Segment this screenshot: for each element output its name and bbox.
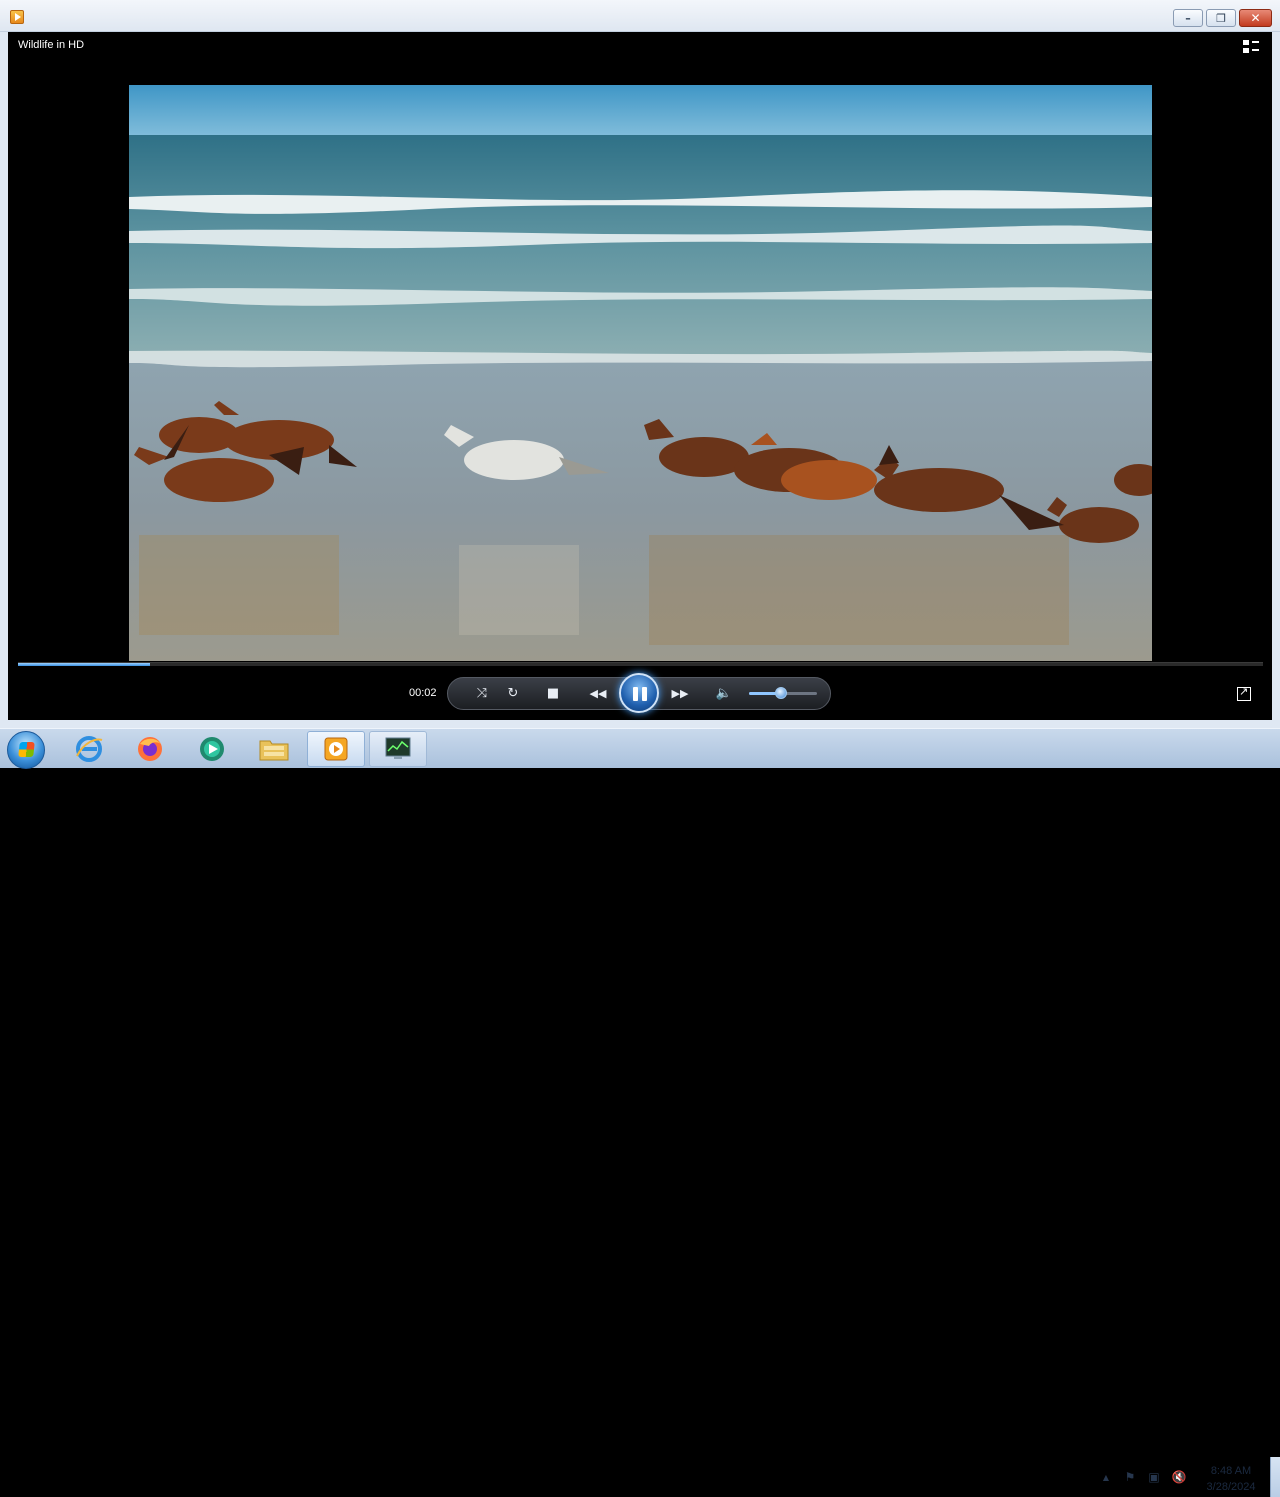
taskbar-item-file-explorer[interactable] xyxy=(245,731,303,767)
start-button[interactable] xyxy=(7,731,45,769)
network-icon[interactable]: ▣ xyxy=(1146,1470,1162,1484)
system-clock[interactable]: 8:48 AM 3/28/2024 xyxy=(1195,1463,1267,1495)
clock-time: 8:48 AM xyxy=(1210,1465,1252,1477)
pause-button[interactable] xyxy=(619,673,659,713)
network-status-icon: ▣ xyxy=(1148,1470,1160,1484)
video-frame[interactable] xyxy=(129,85,1152,661)
seek-bar[interactable] xyxy=(18,662,1263,666)
taskbar: ▲ ⚑ ▣ 🔇 8:48 AM 3/28/2024 xyxy=(0,728,1280,1497)
media-player-icon xyxy=(324,737,348,761)
elapsed-time: 00:02 xyxy=(409,687,437,699)
rewind-icon: ◀◀ xyxy=(589,686,607,700)
taskbar-item-media-center[interactable] xyxy=(183,731,241,767)
minimize-button[interactable]: – xyxy=(1173,9,1203,27)
show-hidden-icons-button[interactable]: ▲ xyxy=(1098,1470,1114,1484)
pause-icon xyxy=(633,687,638,701)
fullscreen-icon[interactable] xyxy=(1237,685,1251,701)
now-playing-area: Wildlife in HD 00:02 ⤨ ↻ ■ ◀◀ ▶▶ 🔈 ↗ xyxy=(8,32,1272,720)
shuffle-icon: ⤨ xyxy=(476,685,488,701)
flag-icon: ⚑ xyxy=(1124,1470,1136,1484)
media-player-icon[interactable] xyxy=(10,10,24,24)
stop-button[interactable]: ■ xyxy=(540,682,566,704)
close-icon: ✕ xyxy=(1250,11,1261,25)
minimize-icon: – xyxy=(1185,11,1191,25)
stop-icon: ■ xyxy=(546,685,560,701)
seek-progress xyxy=(18,663,150,666)
media-player-window: – ❐ ✕ Wildlife in HD 00:02 ⤨ ↻ ■ ◀◀ ▶▶ 🔈… xyxy=(0,0,1280,728)
previous-button[interactable]: ◀◀ xyxy=(582,682,614,704)
clock-date: 3/28/2024 xyxy=(1206,1481,1256,1493)
switch-to-library-icon[interactable] xyxy=(1243,40,1259,54)
title-bar[interactable]: – ❐ ✕ xyxy=(0,0,1280,32)
repeat-button[interactable]: ↻ xyxy=(500,682,526,704)
volume-tray-icon[interactable]: 🔇 xyxy=(1171,1470,1187,1484)
media-title: Wildlife in HD xyxy=(18,39,85,51)
speaker-muted-icon: 🔇 xyxy=(1171,1470,1187,1484)
media-center-icon xyxy=(200,737,224,761)
close-button[interactable]: ✕ xyxy=(1239,9,1272,27)
repeat-icon: ↻ xyxy=(507,685,519,701)
pause-icon-bar xyxy=(642,687,647,701)
folder-icon xyxy=(259,740,289,761)
firefox-icon xyxy=(138,737,162,761)
maximize-button[interactable]: ❐ xyxy=(1206,9,1236,27)
restore-icon: ❐ xyxy=(1216,11,1226,25)
taskbar-item-firefox[interactable] xyxy=(121,731,179,767)
next-button[interactable]: ▶▶ xyxy=(664,682,696,704)
shuffle-button[interactable]: ⤨ xyxy=(469,682,495,704)
action-center-icon[interactable]: ⚑ xyxy=(1122,1470,1138,1484)
fast-forward-icon: ▶▶ xyxy=(671,686,689,700)
speaker-icon: 🔈 xyxy=(715,685,733,701)
taskbar-item-internet-explorer[interactable] xyxy=(60,731,118,767)
chevron-up-icon: ▲ xyxy=(1102,1472,1110,1482)
taskbar-item-windows-media-player[interactable] xyxy=(307,731,365,767)
taskbar-item-task-manager[interactable] xyxy=(369,731,427,767)
task-manager-icon xyxy=(385,737,411,759)
volume-handle[interactable] xyxy=(775,687,787,699)
ie-icon xyxy=(76,736,103,762)
mute-button[interactable]: 🔈 xyxy=(711,682,737,704)
show-desktop-button[interactable] xyxy=(1270,1457,1280,1497)
